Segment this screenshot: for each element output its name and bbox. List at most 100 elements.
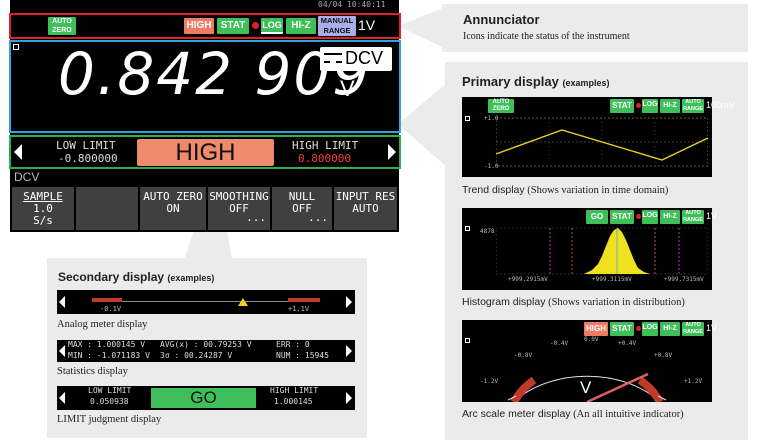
scroll-right-icon[interactable] xyxy=(388,144,396,160)
limit-right-arrow-icon xyxy=(346,392,352,404)
hist-caption-b: (Shows variation in distribution) xyxy=(548,297,685,308)
trend-record-dot-icon xyxy=(636,103,641,108)
secondary-title-label: Secondary display xyxy=(58,270,165,284)
primary-corner-box xyxy=(13,44,19,50)
stat-avg: AVG(x) : 00.79253 V xyxy=(160,340,252,349)
range-readout: 1V xyxy=(358,17,376,33)
arc-caption: Arc scale meter display (An all intuitiv… xyxy=(462,408,684,420)
hist-go-badge: GO xyxy=(586,210,608,224)
arc-scale-00: 0.0V xyxy=(584,336,599,343)
sec-low-label: LOW LIMIT xyxy=(88,386,132,395)
analog-right-limit-bar xyxy=(288,298,320,302)
trend-range: 100mV xyxy=(706,100,735,110)
softkey-sample-unit: S/s xyxy=(33,214,53,227)
histogram-plot xyxy=(496,227,708,275)
hist-range: 1V xyxy=(706,211,718,221)
analog-left-limit-bar xyxy=(92,298,122,302)
arc-scale-p12: +1.2V xyxy=(684,378,703,385)
hist-auto-range-badge: AUTO RANGE xyxy=(682,210,704,224)
arc-unit: V xyxy=(580,378,592,397)
statistics-caption: Statistics display xyxy=(57,366,128,377)
hist-log-badge: LOG xyxy=(642,210,658,224)
annunciator-pointer xyxy=(398,6,448,50)
softkey-auto-zero[interactable]: AUTO ZERO ON xyxy=(140,187,206,230)
secondary-title-sub: (examples) xyxy=(167,273,215,283)
secondary-callout-title: Secondary display (examples) xyxy=(58,270,214,284)
softkey-sample[interactable]: SAMPLE 1.0 S/s xyxy=(12,187,74,230)
arc-scale-p08: +0.8V xyxy=(654,352,673,359)
arc-record-dot-icon xyxy=(636,326,641,331)
arc-caption-b: (An all intuitive indicator) xyxy=(573,409,684,420)
hist-record-dot-icon xyxy=(636,214,641,219)
trend-plot xyxy=(496,117,708,167)
judgment-go-badge: GO xyxy=(151,388,256,408)
arc-log-badge: LOG xyxy=(642,322,658,336)
limit-caption: LIMIT judgment display xyxy=(57,414,162,425)
primary-pointer xyxy=(398,82,448,168)
analog-right-arrow-icon xyxy=(346,296,352,308)
hist-xmid: +999.3115mV xyxy=(592,276,632,283)
stats-right-arrow-icon xyxy=(346,345,352,357)
hist-ylabel: 4878 xyxy=(480,228,495,235)
trend-auto-zero-badge: AUTO ZERO xyxy=(488,99,514,113)
primary-callout-title: Primary display (examples) xyxy=(462,74,609,89)
softkey-input-res[interactable]: INPUT RES AUTO xyxy=(334,187,397,230)
hi-z-badge: HI-Z xyxy=(286,18,316,34)
analog-scale-line xyxy=(92,301,320,302)
manual-range-badge: MANUAL RANGE xyxy=(318,16,356,36)
limit-low-value: -0.800000 xyxy=(58,152,118,165)
trend-auto-range-badge: AUTO RANGE xyxy=(682,99,704,113)
high-badge: HIGH xyxy=(184,18,214,34)
softkey-null-more: ... xyxy=(308,211,328,224)
arc-high-badge: HIGH xyxy=(584,322,608,336)
hist-xleft: +999.2915mV xyxy=(508,276,548,283)
stats-left-arrow-icon xyxy=(59,345,65,357)
limit-high-label: HIGH LIMIT xyxy=(292,139,359,152)
stat-min: MIN : -1.071183 V xyxy=(68,351,150,360)
hist-caption-a: Histogram display xyxy=(462,296,546,308)
trend-caption: Trend display (Shows variation in time d… xyxy=(462,184,668,196)
analog-left-arrow-icon xyxy=(59,296,65,308)
dc-symbol-icon xyxy=(324,53,342,63)
softkey-input-res-value: AUTO xyxy=(352,202,379,215)
arc-stat-badge: STAT xyxy=(610,322,634,336)
softkey-null[interactable]: NULL OFF ... xyxy=(272,187,332,230)
softkey-blank[interactable] xyxy=(76,187,138,230)
arc-scale-m12: -1.2V xyxy=(480,378,499,385)
hist-xright: +999.7315mV xyxy=(664,276,704,283)
trend-hi-z-badge: HI-Z xyxy=(660,99,680,113)
histogram-caption: Histogram display (Shows variation in di… xyxy=(462,296,685,308)
sec-high-label: HIGH LIMIT xyxy=(270,386,319,395)
hist-corner-box xyxy=(465,226,470,231)
stat-badge: STAT xyxy=(217,18,249,34)
primary-callout-sub: (examples) xyxy=(562,78,610,88)
judgment-high-badge: HIGH xyxy=(137,139,274,166)
limit-high-value: 0.800000 xyxy=(298,152,351,165)
analog-left-label: -0.1V xyxy=(100,305,122,313)
auto-zero-badge: AUTO ZERO xyxy=(48,17,76,35)
analog-right-label: +1.1V xyxy=(288,305,310,313)
arc-scale-p04: +0.4V xyxy=(618,340,637,347)
analog-caption: Analog meter display xyxy=(57,319,148,330)
log-badge: LOG xyxy=(261,18,283,34)
sec-low-value: 0.050938 xyxy=(90,397,129,406)
function-status: DCV xyxy=(14,170,40,184)
hist-hi-z-badge: HI-Z xyxy=(660,210,680,224)
clock-readout: 04/04 10:40:11 xyxy=(318,0,386,9)
annunciator-callout-desc: Icons indicate the status of the instrum… xyxy=(463,31,630,42)
scroll-left-icon[interactable] xyxy=(14,144,22,160)
arc-hi-z-badge: HI-Z xyxy=(660,322,680,336)
trend-caption-b: (Shows variation in time domain) xyxy=(527,185,669,196)
arc-scale-m08: -0.8V xyxy=(514,352,533,359)
trend-log-badge: LOG xyxy=(642,99,658,113)
stat-num: NUM : 15945 xyxy=(276,351,329,360)
arc-caption-a: Arc scale meter display xyxy=(462,408,571,420)
analog-needle-icon xyxy=(238,298,248,306)
function-indicator: DCV xyxy=(320,47,392,71)
function-label: DCV xyxy=(345,48,384,68)
arc-scale-m04: -0.4V xyxy=(550,340,569,347)
softkey-smoothing[interactable]: SMOOTHING OFF ... xyxy=(208,187,270,230)
trend-stat-badge: STAT xyxy=(610,99,634,113)
limit-low-label: LOW LIMIT xyxy=(56,139,116,152)
record-dot-icon xyxy=(252,22,259,29)
